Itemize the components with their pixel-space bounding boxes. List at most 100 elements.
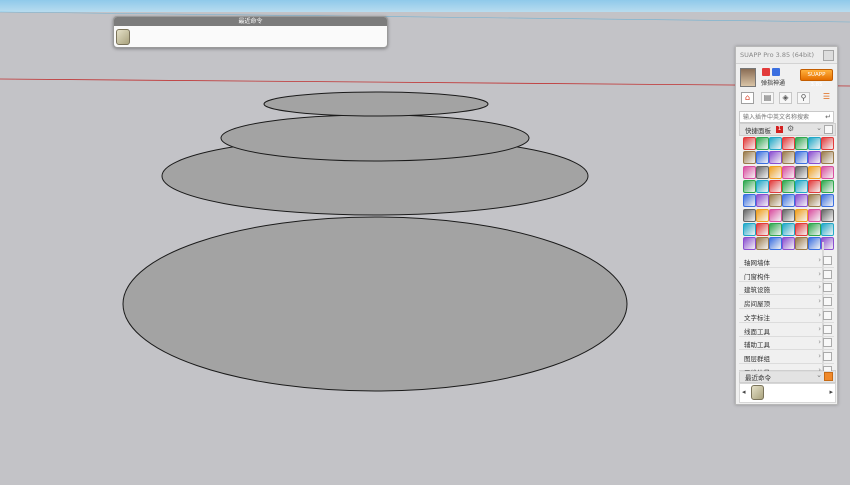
tool-icon[interactable] bbox=[756, 208, 769, 222]
tool-icon[interactable] bbox=[821, 179, 834, 193]
tool-icon[interactable] bbox=[769, 222, 782, 236]
tool-icon[interactable] bbox=[769, 194, 782, 208]
category-item[interactable]: 文字标注 › bbox=[739, 310, 834, 323]
chevron-down-icon[interactable]: ⌄ bbox=[816, 124, 822, 132]
recent-command-icon[interactable] bbox=[751, 385, 764, 400]
tool-icon[interactable] bbox=[782, 151, 795, 165]
tool-icon[interactable] bbox=[769, 208, 782, 222]
tool-icon[interactable] bbox=[782, 137, 795, 150]
popout-icon[interactable] bbox=[823, 256, 832, 265]
tool-icon[interactable] bbox=[782, 194, 795, 208]
paint-bucket-icon[interactable]: ◈ bbox=[779, 92, 792, 104]
search-input[interactable] bbox=[740, 112, 825, 122]
tool-icon[interactable] bbox=[769, 151, 782, 165]
tool-icon[interactable] bbox=[808, 151, 821, 165]
home-icon[interactable]: ⌂ bbox=[741, 92, 754, 104]
chevron-down-icon[interactable]: ⌄ bbox=[816, 371, 822, 379]
popout-icon[interactable] bbox=[823, 269, 832, 279]
tool-icon[interactable] bbox=[821, 222, 834, 236]
tool-icon[interactable] bbox=[808, 222, 821, 236]
member-badge-icon[interactable] bbox=[762, 68, 770, 76]
panel-titlebar[interactable]: SUAPP Pro 3.85 (64bit) bbox=[736, 47, 837, 64]
tool-icon[interactable] bbox=[808, 194, 821, 208]
tool-icon[interactable] bbox=[769, 237, 782, 251]
grid-icon[interactable]: ▤ bbox=[761, 92, 774, 104]
tool-icon[interactable] bbox=[743, 165, 756, 179]
popout-icon[interactable] bbox=[823, 365, 832, 371]
tool-icon[interactable] bbox=[795, 237, 808, 251]
tool-icon[interactable] bbox=[782, 222, 795, 236]
popout-icon[interactable] bbox=[823, 297, 832, 307]
tool-icon[interactable] bbox=[782, 237, 795, 251]
tool-icon[interactable] bbox=[795, 208, 808, 222]
recent-commands-header[interactable]: 最近命令 ⌄ bbox=[739, 370, 836, 383]
category-item[interactable]: 辅助工具 › bbox=[739, 337, 834, 351]
user-name[interactable]: 弹指神通 bbox=[761, 78, 785, 87]
tool-icon[interactable] bbox=[743, 237, 756, 251]
list-icon[interactable]: ☰ bbox=[821, 92, 832, 102]
popout-icon[interactable] bbox=[823, 351, 832, 361]
tool-icon[interactable] bbox=[743, 194, 756, 208]
category-item[interactable]: 门窗构件 › bbox=[739, 269, 834, 282]
tool-icon[interactable] bbox=[769, 165, 782, 179]
popout-icon[interactable] bbox=[823, 283, 832, 293]
tool-icon[interactable] bbox=[821, 151, 834, 165]
tool-icon[interactable] bbox=[756, 151, 769, 165]
tool-icon[interactable] bbox=[756, 194, 769, 208]
tool-icon[interactable] bbox=[821, 165, 834, 179]
disc-upper-middle[interactable] bbox=[220, 114, 530, 162]
disc-top[interactable] bbox=[263, 91, 489, 117]
popout-icon[interactable] bbox=[823, 310, 832, 320]
popout-icon[interactable] bbox=[823, 324, 832, 334]
suapp-version-button[interactable]: SUAPP 3.85 bbox=[800, 69, 833, 88]
popout-icon[interactable] bbox=[824, 125, 833, 134]
popout-icon[interactable] bbox=[823, 338, 832, 348]
tool-icon[interactable] bbox=[821, 137, 834, 150]
tool-icon[interactable] bbox=[756, 137, 769, 150]
search-icon[interactable]: ⚲ bbox=[797, 92, 810, 104]
tool-icon[interactable] bbox=[743, 222, 756, 236]
model-canvas[interactable] bbox=[0, 0, 850, 485]
popout-icon[interactable] bbox=[824, 372, 833, 381]
scroll-right-icon[interactable]: ▸ bbox=[829, 388, 833, 396]
tool-icon[interactable] bbox=[756, 165, 769, 179]
gear-icon[interactable]: ⚙ bbox=[787, 124, 794, 133]
tool-icon[interactable] bbox=[782, 179, 795, 193]
tool-icon[interactable] bbox=[782, 165, 795, 179]
tool-icon[interactable] bbox=[756, 222, 769, 236]
plugin-search[interactable]: ↵ bbox=[739, 111, 834, 123]
tool-icon[interactable] bbox=[756, 179, 769, 193]
tool-icon[interactable] bbox=[769, 179, 782, 193]
tool-icon[interactable] bbox=[808, 165, 821, 179]
tool-icon[interactable] bbox=[782, 208, 795, 222]
tool-icon[interactable] bbox=[821, 194, 834, 208]
close-icon[interactable] bbox=[823, 50, 834, 61]
scroll-left-icon[interactable]: ◂ bbox=[742, 388, 746, 396]
suapp-panel[interactable]: SUAPP Pro 3.85 (64bit) 弹指神通 SUAPP 3.85 ⌂… bbox=[735, 46, 838, 405]
tool-icon[interactable] bbox=[795, 179, 808, 193]
tool-icon[interactable] bbox=[808, 137, 821, 150]
category-item[interactable]: 轴网墙体 › bbox=[739, 255, 834, 268]
tool-icon[interactable] bbox=[795, 222, 808, 236]
tool-icon[interactable] bbox=[743, 179, 756, 193]
disc-bottom[interactable] bbox=[122, 216, 628, 392]
tool-icon[interactable] bbox=[795, 137, 808, 150]
tool-icon[interactable] bbox=[743, 151, 756, 165]
quick-panel-header[interactable]: 快捷面板 1 ⚙ ⌄ bbox=[739, 123, 836, 136]
sketchup-viewport[interactable] bbox=[0, 0, 850, 485]
tool-icon[interactable] bbox=[821, 208, 834, 222]
tool-icon[interactable] bbox=[743, 137, 756, 150]
recent-command-icon[interactable] bbox=[116, 29, 130, 45]
vip-badge-icon[interactable] bbox=[772, 68, 780, 76]
enter-icon[interactable]: ↵ bbox=[825, 112, 831, 122]
category-item[interactable]: 三维体量 › bbox=[739, 365, 834, 372]
tool-icon[interactable] bbox=[795, 194, 808, 208]
tool-icon[interactable] bbox=[769, 137, 782, 150]
recent-commands-popup[interactable]: 最近命令 bbox=[113, 16, 388, 48]
category-item[interactable]: 线面工具 › bbox=[739, 324, 834, 337]
category-item[interactable]: 房间屋顶 › bbox=[739, 296, 834, 310]
avatar[interactable] bbox=[740, 68, 756, 87]
tool-icon[interactable] bbox=[743, 208, 756, 222]
tool-icon[interactable] bbox=[795, 151, 808, 165]
tool-icon[interactable] bbox=[808, 237, 821, 251]
